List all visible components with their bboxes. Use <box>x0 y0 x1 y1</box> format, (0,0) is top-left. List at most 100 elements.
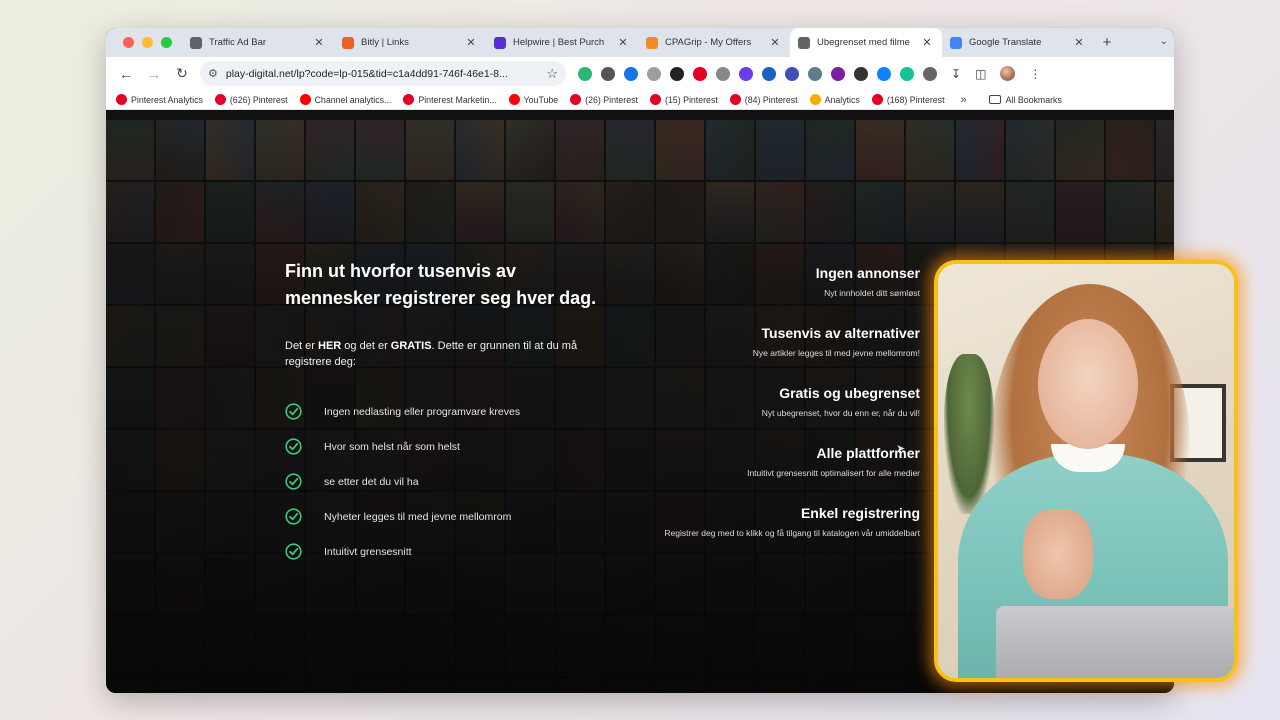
check-circle-icon <box>285 473 302 490</box>
tab-close-icon[interactable]: ✕ <box>920 36 934 49</box>
extension-icon[interactable] <box>831 66 845 81</box>
checklist-item: Hvor som helst når som helst <box>285 429 615 464</box>
lead-gratis: GRATIS <box>390 340 432 352</box>
tab-favicon-icon <box>646 36 658 49</box>
feature-title: Alle plattformer <box>816 445 920 461</box>
bookmark-label: Analytics <box>824 94 860 105</box>
side-panel-icon[interactable]: ◫ <box>975 67 986 81</box>
tab-favicon-icon <box>190 36 202 49</box>
check-circle-icon <box>285 508 302 525</box>
checklist-text: se etter det du vil ha <box>324 475 419 488</box>
extension-icon[interactable] <box>739 66 753 81</box>
browser-toolbar: ← → ↻ ⚙ play-digital.net/lp?code=lp-015&… <box>106 57 1174 90</box>
forward-arrow-icon[interactable]: → <box>140 66 168 82</box>
more-bookmarks-chevron-icon[interactable]: » <box>961 94 967 106</box>
bookmark-label: (26) Pinterest <box>585 94 638 105</box>
feature-title: Tusenvis av alternativer <box>761 325 920 341</box>
feature-item: Tusenvis av alternativer Nye artikler le… <box>620 324 920 360</box>
bookmark-item[interactable]: Pinterest Analytics <box>116 94 203 105</box>
extension-icon[interactable] <box>624 66 638 81</box>
bookmark-favicon-icon <box>214 94 226 105</box>
new-tab-button[interactable]: + <box>1096 34 1118 51</box>
browser-tab[interactable]: Google Translate ✕ <box>942 28 1094 57</box>
check-circle-icon <box>285 403 302 420</box>
benefit-checklist: Ingen nedlasting eller programvare kreve… <box>285 394 615 569</box>
browser-tab[interactable]: Helpwire | Best Purch ✕ <box>486 28 638 57</box>
feature-description: Nyt innholdet ditt sømløst <box>824 288 920 298</box>
extension-icon[interactable] <box>900 66 914 81</box>
tab-close-icon[interactable]: ✕ <box>312 36 326 49</box>
extension-icon[interactable] <box>923 66 937 81</box>
menu-kebab-icon[interactable]: ⋮ <box>1029 67 1041 81</box>
extension-icon[interactable] <box>647 66 661 81</box>
profile-avatar[interactable] <box>1000 66 1016 81</box>
extension-icon[interactable] <box>601 66 615 81</box>
tab-close-icon[interactable]: ✕ <box>616 36 630 49</box>
bookmark-label: Channel analytics... <box>314 94 392 105</box>
checklist-text: Ingen nedlasting eller programvare kreve… <box>324 405 521 418</box>
address-bar[interactable]: ⚙ play-digital.net/lp?code=lp-015&tid=c1… <box>200 61 566 86</box>
tab-close-icon[interactable]: ✕ <box>1072 36 1086 49</box>
tab-favicon-icon <box>494 36 506 49</box>
extension-icon[interactable] <box>854 66 868 81</box>
extension-icon[interactable] <box>693 66 707 81</box>
back-arrow-icon[interactable]: ← <box>112 66 140 82</box>
extension-icon[interactable] <box>762 66 776 81</box>
reload-icon[interactable]: ↻ <box>168 65 196 82</box>
extension-icon[interactable] <box>808 66 822 81</box>
extension-icon[interactable] <box>716 66 730 81</box>
bookmark-item[interactable]: (168) Pinterest <box>871 94 945 105</box>
tab-favicon-icon <box>342 36 354 49</box>
checklist-item: Nyheter legges til med jevne mellomrom <box>285 499 615 534</box>
tab-search-chevron-icon[interactable]: ⌄ <box>1160 36 1168 47</box>
checklist-text: Intuitivt grensesnitt <box>324 545 412 558</box>
site-settings-icon[interactable]: ⚙ <box>208 67 218 80</box>
bookmark-star-icon[interactable]: ☆ <box>546 66 558 82</box>
browser-tab[interactable]: Ubegrenset med filme ✕ <box>790 28 942 57</box>
minimize-window-button[interactable] <box>142 37 153 48</box>
presenter-face-shape <box>1038 319 1138 449</box>
extension-icon[interactable] <box>578 66 592 81</box>
download-icon[interactable]: ↧ <box>951 67 961 81</box>
checklist-text: Hvor som helst når som helst <box>324 440 460 453</box>
bookmark-item[interactable]: Analytics <box>809 94 860 105</box>
bookmark-favicon-icon <box>116 94 127 105</box>
tab-close-icon[interactable]: ✕ <box>464 36 478 49</box>
browser-tab[interactable]: Traffic Ad Bar ✕ <box>182 28 334 57</box>
bookmark-item[interactable]: (626) Pinterest <box>214 94 288 105</box>
laptop-shape <box>996 606 1234 678</box>
feature-title: Enkel registrering <box>800 505 920 521</box>
presenter-hand-shape <box>1023 509 1093 599</box>
bookmark-favicon-icon <box>508 94 520 105</box>
extension-icon[interactable] <box>670 66 684 81</box>
checklist-item: se etter det du vil ha <box>285 464 615 499</box>
browser-tab[interactable]: Bitly | Links ✕ <box>334 28 486 57</box>
tab-list: Traffic Ad Bar ✕ Bitly | Links ✕ Helpwir… <box>182 28 1094 57</box>
bookmark-item[interactable]: (26) Pinterest <box>570 94 638 105</box>
bookmark-item[interactable]: (15) Pinterest <box>649 94 718 105</box>
browser-tab[interactable]: CPAGrip - My Offers ✕ <box>638 28 790 57</box>
bookmark-favicon-icon <box>570 94 582 105</box>
bookmark-favicon-icon <box>809 94 821 105</box>
feature-item: Gratis og ubegrenset Nyt ubegrenset, hvo… <box>620 384 920 420</box>
bookmark-item[interactable]: (84) Pinterest <box>729 94 798 105</box>
toolbar-actions: ↧ ◫ ⋮ <box>951 66 1041 81</box>
bookmark-item[interactable]: Channel analytics... <box>299 94 392 105</box>
check-circle-icon <box>285 438 302 455</box>
tab-favicon-icon <box>798 36 810 49</box>
maximize-window-button[interactable] <box>161 37 172 48</box>
tab-title: Bitly | Links <box>361 37 409 48</box>
bookmark-item[interactable]: Pinterest Marketin... <box>403 94 497 105</box>
bookmark-item[interactable]: YouTube <box>508 94 558 105</box>
close-window-button[interactable] <box>123 37 134 48</box>
extension-icon[interactable] <box>877 66 891 81</box>
feature-item: Enkel registrering Registrer deg med to … <box>620 504 920 540</box>
tab-close-icon[interactable]: ✕ <box>768 36 782 49</box>
bookmark-label: (15) Pinterest <box>664 94 718 105</box>
mouse-cursor-icon: ➤ <box>896 443 906 455</box>
folder-icon <box>988 95 1001 104</box>
extension-icon[interactable] <box>785 66 799 81</box>
all-bookmarks-button[interactable]: All Bookmarks <box>988 95 1062 105</box>
tab-title: Helpwire | Best Purch <box>513 37 605 48</box>
bookmark-list: Pinterest Analytics (626) Pinterest Channe… <box>116 94 957 105</box>
